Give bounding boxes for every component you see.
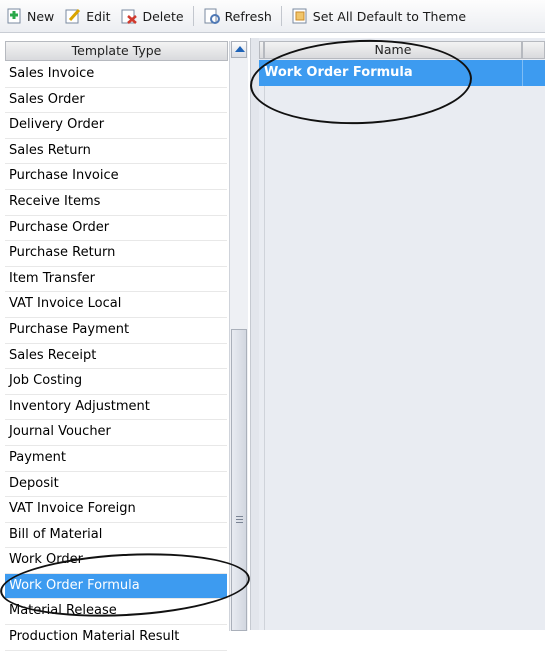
list-item-selected[interactable]: Work Order Formula [5,573,227,600]
delete-button[interactable]: Delete [115,4,188,28]
list-item[interactable]: Job Costing [5,369,227,395]
template-type-panel: Template Type Sales Invoice Sales Order … [0,38,257,651]
list-item[interactable]: Deposit [5,472,227,498]
list-item[interactable]: Purchase Order [5,216,227,242]
table-row[interactable]: Work Order Formula [259,60,545,86]
list-item[interactable]: Sales Return [5,139,227,165]
extra-cell[interactable] [522,60,545,86]
list-item[interactable]: Sales Order [5,88,227,114]
set-default-theme-label: Set All Default to Theme [312,8,467,24]
toolbar: New Edit Delete Refresh Set All Default … [0,0,545,33]
vertical-scrollbar[interactable] [229,41,248,631]
list-item[interactable]: Receive Items [5,190,227,216]
list-item[interactable]: Material Release [5,599,227,626]
template-type-column-header[interactable]: Template Type [5,41,228,61]
list-item[interactable]: Payment [5,446,227,472]
list-item[interactable]: Purchase Invoice [5,164,227,190]
list-item[interactable]: Purchase Payment [5,318,227,344]
new-icon [5,7,23,25]
extra-column-header[interactable] [522,41,545,59]
new-button[interactable]: New [0,4,59,28]
list-item[interactable]: Purchase Return [5,241,227,267]
list-item[interactable]: Journal Voucher [5,420,227,446]
row-indicator-column [259,86,265,630]
toolbar-separator [192,6,194,26]
edit-label: Edit [86,8,111,24]
list-item[interactable]: Work Order [5,548,227,574]
list-item[interactable]: Inventory Adjustment [5,395,227,421]
list-item[interactable]: Sales Invoice [5,62,227,88]
templates-panel: Name Work Order Formula [259,38,545,630]
name-cell[interactable]: Work Order Formula [264,60,522,86]
list-item[interactable]: VAT Invoice Local [5,292,227,318]
list-item[interactable]: VAT Invoice Foreign [5,497,227,523]
template-type-list: Sales Invoice Sales Order Delivery Order… [5,62,227,651]
new-label: New [27,8,55,24]
scroll-thumb[interactable] [231,329,247,631]
refresh-button[interactable]: Refresh [198,4,277,28]
refresh-icon [203,7,221,25]
delete-icon [120,7,138,25]
delete-label: Delete [142,8,184,24]
edit-button[interactable]: Edit [59,4,115,28]
set-default-theme-icon [291,7,309,25]
edit-icon [64,7,82,25]
list-item[interactable]: Delivery Order [5,113,227,139]
refresh-label: Refresh [224,8,272,24]
name-column-header[interactable]: Name [264,41,522,59]
set-default-theme-button[interactable]: Set All Default to Theme [286,4,471,28]
scroll-up-icon[interactable] [231,41,247,58]
list-item[interactable]: Item Transfer [5,267,227,293]
grip-icon [236,516,243,517]
list-item[interactable]: Production Material Result [5,625,227,651]
list-item[interactable]: Sales Receipt [5,344,227,370]
toolbar-separator [280,6,282,26]
list-item[interactable]: Bill of Material [5,523,227,549]
